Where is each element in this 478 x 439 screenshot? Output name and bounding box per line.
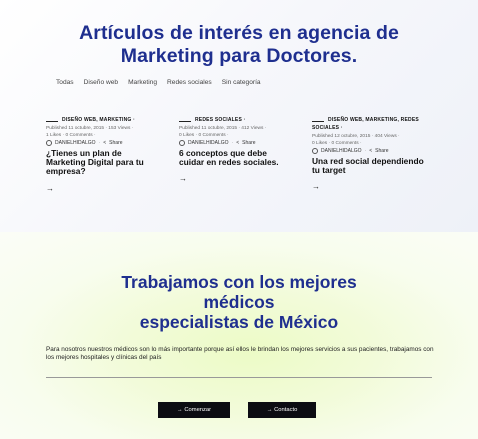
author-name[interactable]: DANIELHIDALGO: [55, 140, 96, 146]
card-rule: [312, 121, 324, 122]
post-categories[interactable]: Redes sociales ·: [195, 116, 291, 124]
user-icon: [312, 148, 318, 154]
blog-heading: Artículos de interés en agencia de Marke…: [20, 22, 458, 68]
post-card: Redes sociales · Published 11 octubre, 2…: [179, 116, 291, 183]
share-icon[interactable]: <: [369, 148, 372, 154]
doctors-heading-line3: especialistas de México: [139, 312, 339, 332]
read-more-arrow-icon[interactable]: →: [179, 174, 291, 183]
filter-all[interactable]: Todas: [56, 79, 74, 86]
user-icon: [46, 140, 52, 146]
share-link[interactable]: Share: [375, 148, 388, 154]
divider: [46, 377, 432, 378]
start-button-label: → Comenzar: [176, 407, 212, 413]
share-link[interactable]: Share: [242, 140, 255, 146]
post-categories[interactable]: Diseño web, Marketing ·: [62, 116, 158, 124]
category-filters: Todas Diseño web Marketing Redes sociale…: [56, 79, 261, 86]
post-card: Diseño web, Marketing · Published 11 oct…: [46, 116, 158, 193]
post-title[interactable]: 6 conceptos que debe cuidar en redes soc…: [179, 148, 291, 167]
start-button[interactable]: → Comenzar: [158, 402, 230, 418]
blog-heading-line1: Artículos de interés en agencia de: [79, 22, 399, 44]
author-name[interactable]: DANIELHIDALGO: [188, 140, 229, 146]
share-icon[interactable]: <: [236, 140, 239, 146]
share-icon[interactable]: <: [103, 140, 106, 146]
post-title[interactable]: Una red social dependiendo tu target: [312, 156, 424, 175]
doctors-heading-line2: médicos: [203, 292, 275, 312]
post-author: DANIELHIDALGO · < Share: [46, 140, 158, 146]
contact-button[interactable]: → Contacto: [248, 402, 316, 418]
doctors-heading-line1: Trabajamos con los mejores: [121, 272, 357, 292]
post-author: DANIELHIDALGO · < Share: [179, 140, 291, 146]
doctors-heading: Trabajamos con los mejores médicos espec…: [40, 272, 438, 332]
post-meta: Published 12 octubre, 2015 · 404 Views ·…: [312, 134, 400, 146]
contact-button-label: → Contacto: [266, 407, 298, 413]
card-rule: [179, 121, 191, 122]
post-title[interactable]: ¿Tienes un plan de Marketing Digital par…: [46, 148, 158, 177]
user-icon: [179, 140, 185, 146]
post-card: Diseño web, Marketing, Redes sociales · …: [312, 116, 424, 191]
read-more-arrow-icon[interactable]: →: [312, 182, 424, 191]
filter-web-design[interactable]: Diseño web: [84, 79, 118, 86]
post-meta: Published 11 octubre, 2015 · 412 Views ·…: [179, 126, 267, 138]
share-link[interactable]: Share: [109, 140, 122, 146]
filter-social-media[interactable]: Redes sociales: [167, 79, 212, 86]
post-meta: Published 11 octubre, 2015 · 153 Views ·…: [46, 126, 134, 138]
card-rule: [46, 121, 58, 122]
filter-uncategorized[interactable]: Sin categoría: [222, 79, 261, 86]
filter-marketing[interactable]: Marketing: [128, 79, 157, 86]
blog-heading-line2: Marketing para Doctores.: [120, 45, 358, 67]
post-author: DANIELHIDALGO · < Share: [312, 148, 424, 154]
post-categories[interactable]: Diseño web, Marketing, Redes sociales ·: [312, 116, 424, 132]
author-name[interactable]: DANIELHIDALGO: [321, 148, 362, 154]
doctors-section: [0, 232, 478, 439]
doctors-paragraph: Para nosotros nuestros médicos son lo má…: [46, 346, 434, 361]
read-more-arrow-icon[interactable]: →: [46, 184, 158, 193]
